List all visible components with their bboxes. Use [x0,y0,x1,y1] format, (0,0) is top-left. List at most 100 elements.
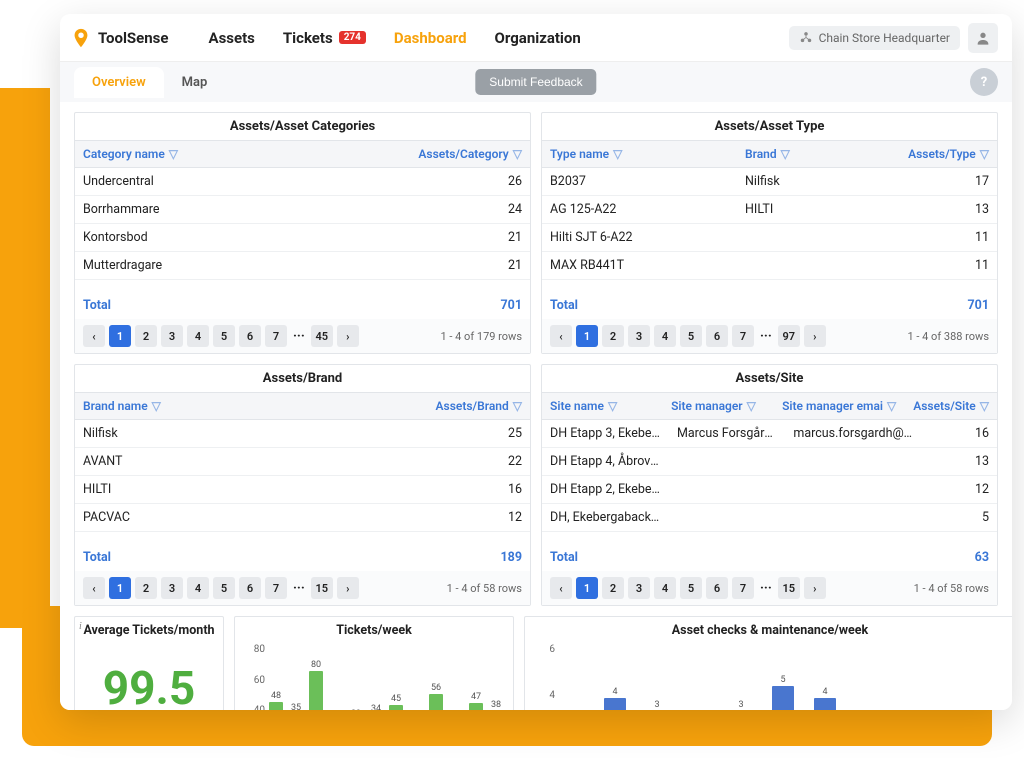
pager-page[interactable]: 4 [187,577,209,599]
col-assets-category[interactable]: Assets/Category▽ [410,141,530,167]
pager-page[interactable]: 5 [213,577,235,599]
pager-page[interactable]: 3 [161,325,183,347]
pager-page[interactable]: 6 [239,325,261,347]
col-assets-type[interactable]: Assets/Type▽ [867,141,997,167]
col-assets-brand[interactable]: Assets/Brand▽ [428,393,530,419]
pager-page[interactable]: 7 [732,577,754,599]
pager-prev[interactable]: ‹ [550,577,572,599]
tickets-week-chart: 8060402048358019293445215624473824 [235,644,513,710]
chart-bar: 48 [269,691,283,710]
pager-prev[interactable]: ‹ [83,325,105,347]
top-bar: ToolSense Assets Tickets 274 Dashboard O… [60,14,1012,62]
pager-prev[interactable]: ‹ [83,577,105,599]
col-site-manager[interactable]: Site manager▽ [663,393,774,419]
pager-page[interactable]: 7 [265,577,287,599]
pager-page[interactable]: 1 [109,325,131,347]
pager-next[interactable]: › [804,577,826,599]
filter-icon: ▽ [980,147,989,161]
table-row[interactable]: Kontorsbod21 [75,224,530,252]
table-row[interactable]: DH, Ekebergabacke…5 [542,504,997,532]
pager-page[interactable]: 4 [654,325,676,347]
pager-next[interactable]: › [337,577,359,599]
nav-organization[interactable]: Organization [495,29,581,47]
pager-page[interactable]: 2 [135,577,157,599]
table-row[interactable]: B2037Nilfisk17 [542,168,997,196]
pager-page[interactable]: 3 [628,577,650,599]
pager-next[interactable]: › [804,325,826,347]
table-row[interactable]: PACVAC12 [75,504,530,532]
pager-page[interactable]: 3 [161,577,183,599]
pager-page[interactable]: 6 [706,577,728,599]
chart-bar: 45 [389,694,403,711]
pager-page[interactable]: 4 [654,577,676,599]
table-row[interactable]: DH Etapp 2, Ekeber…12 [542,476,997,504]
user-menu-button[interactable] [968,23,998,53]
filter-icon: ▽ [613,147,622,161]
table-body: B2037Nilfisk17AG 125-A22HILTI13Hilti SJT… [542,168,997,280]
table-row[interactable]: DH Etapp 4, Åbrovä…13 [542,448,997,476]
chart-bar: 5 [769,675,797,710]
col-assets-site[interactable]: Assets/Site▽ [905,393,997,419]
table-row[interactable]: AVANT22 [75,448,530,476]
pager-last[interactable]: 15 [778,577,800,599]
table-row[interactable]: Nilfisk25 [75,420,530,448]
pager-page[interactable]: 2 [602,325,624,347]
chart-bar: 80 [309,660,323,710]
table-footer: Total63 [542,544,997,571]
pager-next[interactable]: › [337,325,359,347]
table-row[interactable]: Mutterdragare21 [75,252,530,280]
table-row[interactable]: Borrhammare24 [75,196,530,224]
pager-last[interactable]: 15 [311,577,333,599]
pager-page[interactable]: 7 [732,325,754,347]
org-selector[interactable]: Chain Store Headquarter [789,26,960,50]
pager-page[interactable]: 1 [109,577,131,599]
col-site-name[interactable]: Site name▽ [542,393,663,419]
pager-page[interactable]: 5 [680,325,702,347]
pager-page[interactable]: 4 [187,325,209,347]
pager-prev[interactable]: ‹ [550,325,572,347]
tab-overview[interactable]: Overview [74,67,164,98]
pager-page[interactable]: 6 [706,325,728,347]
table-body: Nilfisk25AVANT22HILTI16PACVAC12 [75,420,530,532]
table-row[interactable]: Undercentral26 [75,168,530,196]
table-row[interactable]: AG 125-A22HILTI13 [542,196,997,224]
col-type-name[interactable]: Type name▽ [542,141,737,167]
filter-icon: ▽ [747,399,756,413]
filter-icon: ▽ [608,399,617,413]
filter-icon: ▽ [513,399,522,413]
help-button[interactable]: ? [970,68,998,96]
table-body: DH Etapp 3, Ekeber…Marcus Forsgårdhmarcu… [542,420,997,532]
pager-page[interactable]: 2 [135,325,157,347]
table-row[interactable]: Hilti SJT 6-A2211 [542,224,997,252]
col-site-manager-email[interactable]: Site manager emai▽ [774,393,905,419]
avg-value: 99.5 [75,644,223,710]
col-category-name[interactable]: Category name▽ [75,141,186,167]
pager-last[interactable]: 45 [311,325,333,347]
pager-page[interactable]: 5 [213,325,235,347]
pager-page[interactable]: 3 [628,325,650,347]
submit-feedback-button[interactable]: Submit Feedback [475,69,596,95]
nav-dashboard[interactable]: Dashboard [394,29,467,47]
table-row[interactable]: HILTI16 [75,476,530,504]
tab-map[interactable]: Map [164,67,226,98]
pager-last[interactable]: 97 [778,325,800,347]
pager-page[interactable]: 2 [602,577,624,599]
pager-page[interactable]: 5 [680,577,702,599]
pager-page[interactable]: 7 [265,325,287,347]
pager-page[interactable]: 1 [576,577,598,599]
col-brand-name[interactable]: Brand name▽ [75,393,169,419]
chart-bar: 38 [489,700,503,710]
pager: ‹1234567···97›1 - 4 of 388 rows [542,319,997,353]
card-title: Assets/Site [542,365,997,393]
chart-bar: 47 [469,692,483,710]
pager-page[interactable]: 6 [239,577,261,599]
filter-icon: ▽ [152,399,161,413]
table-row[interactable]: DH Etapp 3, Ekeber…Marcus Forsgårdhmarcu… [542,420,997,448]
pager-page[interactable]: 1 [576,325,598,347]
info-icon[interactable]: i [79,621,82,632]
table-row[interactable]: MAX RB441T11 [542,252,997,280]
nav-tickets[interactable]: Tickets 274 [283,29,366,47]
dashboard-tabs: Overview Map [74,67,225,98]
nav-assets[interactable]: Assets [208,29,254,47]
col-brand[interactable]: Brand▽ [737,141,867,167]
